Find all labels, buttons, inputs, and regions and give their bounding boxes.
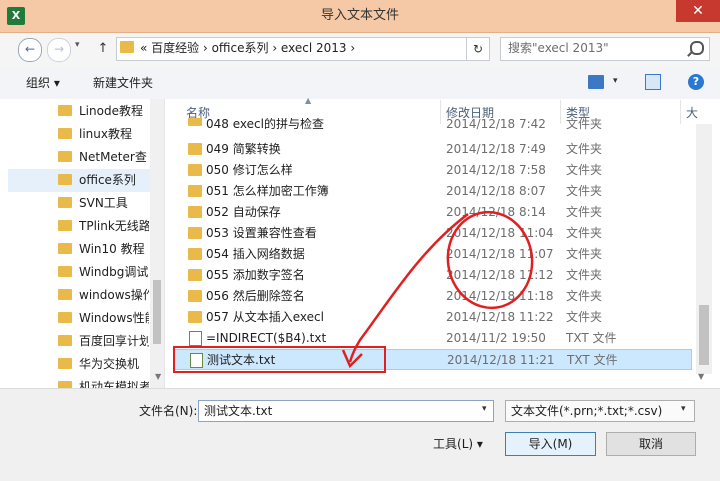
folder-icon xyxy=(188,118,202,126)
folder-icon xyxy=(58,220,72,231)
new-folder-button[interactable]: 新建文件夹 xyxy=(93,67,153,99)
scroll-down-arrow[interactable]: ▼ xyxy=(155,372,161,381)
sidebar-item[interactable]: Win10 教程 xyxy=(0,238,150,261)
folder-icon xyxy=(188,206,202,218)
file-row[interactable]: 050 修订怎么样 2014/12/18 7:58 文件夹 xyxy=(174,160,692,181)
sidebar-item[interactable]: 机动车模拟考 xyxy=(0,376,150,388)
sidebar-item[interactable]: Windbg调试 xyxy=(0,261,150,284)
sort-ascending-icon: ▲ xyxy=(305,96,312,105)
file-row[interactable]: 051 怎么样加密工作簿 2014/12/18 8:07 文件夹 xyxy=(174,181,692,202)
arrow-up-icon: ↑ xyxy=(97,41,109,56)
sidebar-item-office[interactable]: office系列 xyxy=(8,169,150,192)
scroll-down-arrow[interactable]: ▼ xyxy=(698,372,704,381)
text-file-icon xyxy=(189,331,202,346)
file-row[interactable]: 048 execl的拼与检查 2014/12/18 7:42 文件夹 xyxy=(174,118,692,132)
folder-icon xyxy=(188,185,202,197)
folder-icon xyxy=(58,289,72,300)
filetype-value[interactable]: 文本文件(*.prn;*.txt;*.csv) xyxy=(511,400,662,422)
search-placeholder: 搜索"execl 2013" xyxy=(508,41,609,55)
tools-button[interactable]: 工具(L) ▾ xyxy=(420,432,496,456)
sidebar-item[interactable]: Linode教程 xyxy=(0,100,150,123)
sidebar-item[interactable]: 华为交换机 xyxy=(0,353,150,376)
file-row[interactable]: 052 自动保存 2014/12/18 8:14 文件夹 xyxy=(174,202,692,223)
sidebar-scrollbar-thumb[interactable] xyxy=(153,280,161,344)
sidebar-scrollbar[interactable] xyxy=(150,99,164,388)
folder-icon xyxy=(58,128,72,139)
folder-icon xyxy=(120,41,134,53)
file-row[interactable]: 049 简繁转换 2014/12/18 7:49 文件夹 xyxy=(174,139,692,160)
back-button[interactable]: ← xyxy=(18,38,42,62)
file-row[interactable]: 053 设置兼容性查看 2014/12/18 11:04 文件夹 xyxy=(174,223,692,244)
file-row[interactable]: 054 插入网络数据 2014/12/18 11:07 文件夹 xyxy=(174,244,692,265)
sidebar-item[interactable]: linux教程 xyxy=(0,123,150,146)
import-button[interactable]: 导入(M) xyxy=(505,432,596,456)
folder-icon xyxy=(58,266,72,277)
sidebar-item[interactable]: SVN工具 xyxy=(0,192,150,215)
folder-icon xyxy=(58,358,72,369)
folder-icon xyxy=(188,164,202,176)
help-icon[interactable]: ? xyxy=(688,74,704,90)
folder-icon xyxy=(188,269,202,281)
window-title: 导入文本文件 xyxy=(320,8,399,23)
file-row-selected[interactable]: 测试文本.txt 2014/12/18 11:21 TXT 文件 xyxy=(174,349,692,370)
refresh-icon: ↻ xyxy=(472,42,484,56)
file-row[interactable]: 056 然后删除签名 2014/12/18 11:18 文件夹 xyxy=(174,286,692,307)
file-row[interactable]: 055 添加数字签名 2014/12/18 11:12 文件夹 xyxy=(174,265,692,286)
recent-locations-dropdown[interactable]: ▾ xyxy=(75,40,80,50)
sidebar-item[interactable]: 百度回享计划 xyxy=(0,330,150,353)
cancel-button[interactable]: 取消 xyxy=(606,432,696,456)
folder-icon xyxy=(58,243,72,254)
up-button[interactable]: ↑ xyxy=(95,39,111,59)
folder-icon xyxy=(58,174,72,185)
filename-label: 文件名(N): xyxy=(139,404,198,418)
navigation-pane: Linode教程 linux教程 NetMeter查 office系列 SVN工… xyxy=(0,99,165,388)
chevron-down-icon[interactable]: ▾ xyxy=(613,76,618,86)
chevron-down-icon[interactable]: ▾ xyxy=(482,404,487,414)
folder-icon xyxy=(58,381,72,388)
folder-icon xyxy=(58,197,72,208)
file-row[interactable]: =INDIRECT($B4).txt 2014/11/2 19:50 TXT 文… xyxy=(174,328,692,349)
view-options-icon[interactable] xyxy=(588,75,604,89)
folder-icon xyxy=(188,290,202,302)
text-file-icon xyxy=(190,353,203,368)
folder-icon xyxy=(188,248,202,260)
sidebar-item[interactable]: TPlink无线路 xyxy=(0,215,150,238)
close-button[interactable]: ✕ xyxy=(676,0,720,22)
sidebar-item[interactable]: NetMeter查 xyxy=(0,146,150,169)
folder-icon xyxy=(188,227,202,239)
forward-button[interactable]: → xyxy=(47,38,71,62)
preview-pane-icon[interactable] xyxy=(645,74,661,90)
folder-icon xyxy=(58,312,72,323)
file-row[interactable]: 057 从文本插入execl 2014/12/18 11:22 文件夹 xyxy=(174,307,692,328)
arrow-right-icon: → xyxy=(53,42,65,56)
refresh-button[interactable]: ↻ xyxy=(466,37,490,61)
sidebar-item[interactable]: Windows性能 xyxy=(0,307,150,330)
folder-icon xyxy=(188,143,202,155)
arrow-left-icon: ← xyxy=(24,42,36,56)
organize-button[interactable]: 组织 ▾ xyxy=(26,67,60,99)
file-list-scrollbar-thumb[interactable] xyxy=(699,305,709,365)
sidebar-item[interactable]: windows操作 xyxy=(0,284,150,307)
filename-value[interactable]: 测试文本.txt xyxy=(204,400,272,422)
chevron-down-icon[interactable]: ▾ xyxy=(681,404,686,414)
folder-icon xyxy=(58,105,72,116)
breadcrumb[interactable]: « 百度经验 › office系列 › execl 2013 › xyxy=(140,37,355,59)
folder-icon xyxy=(58,335,72,346)
folder-icon xyxy=(188,311,202,323)
folder-icon xyxy=(58,151,72,162)
